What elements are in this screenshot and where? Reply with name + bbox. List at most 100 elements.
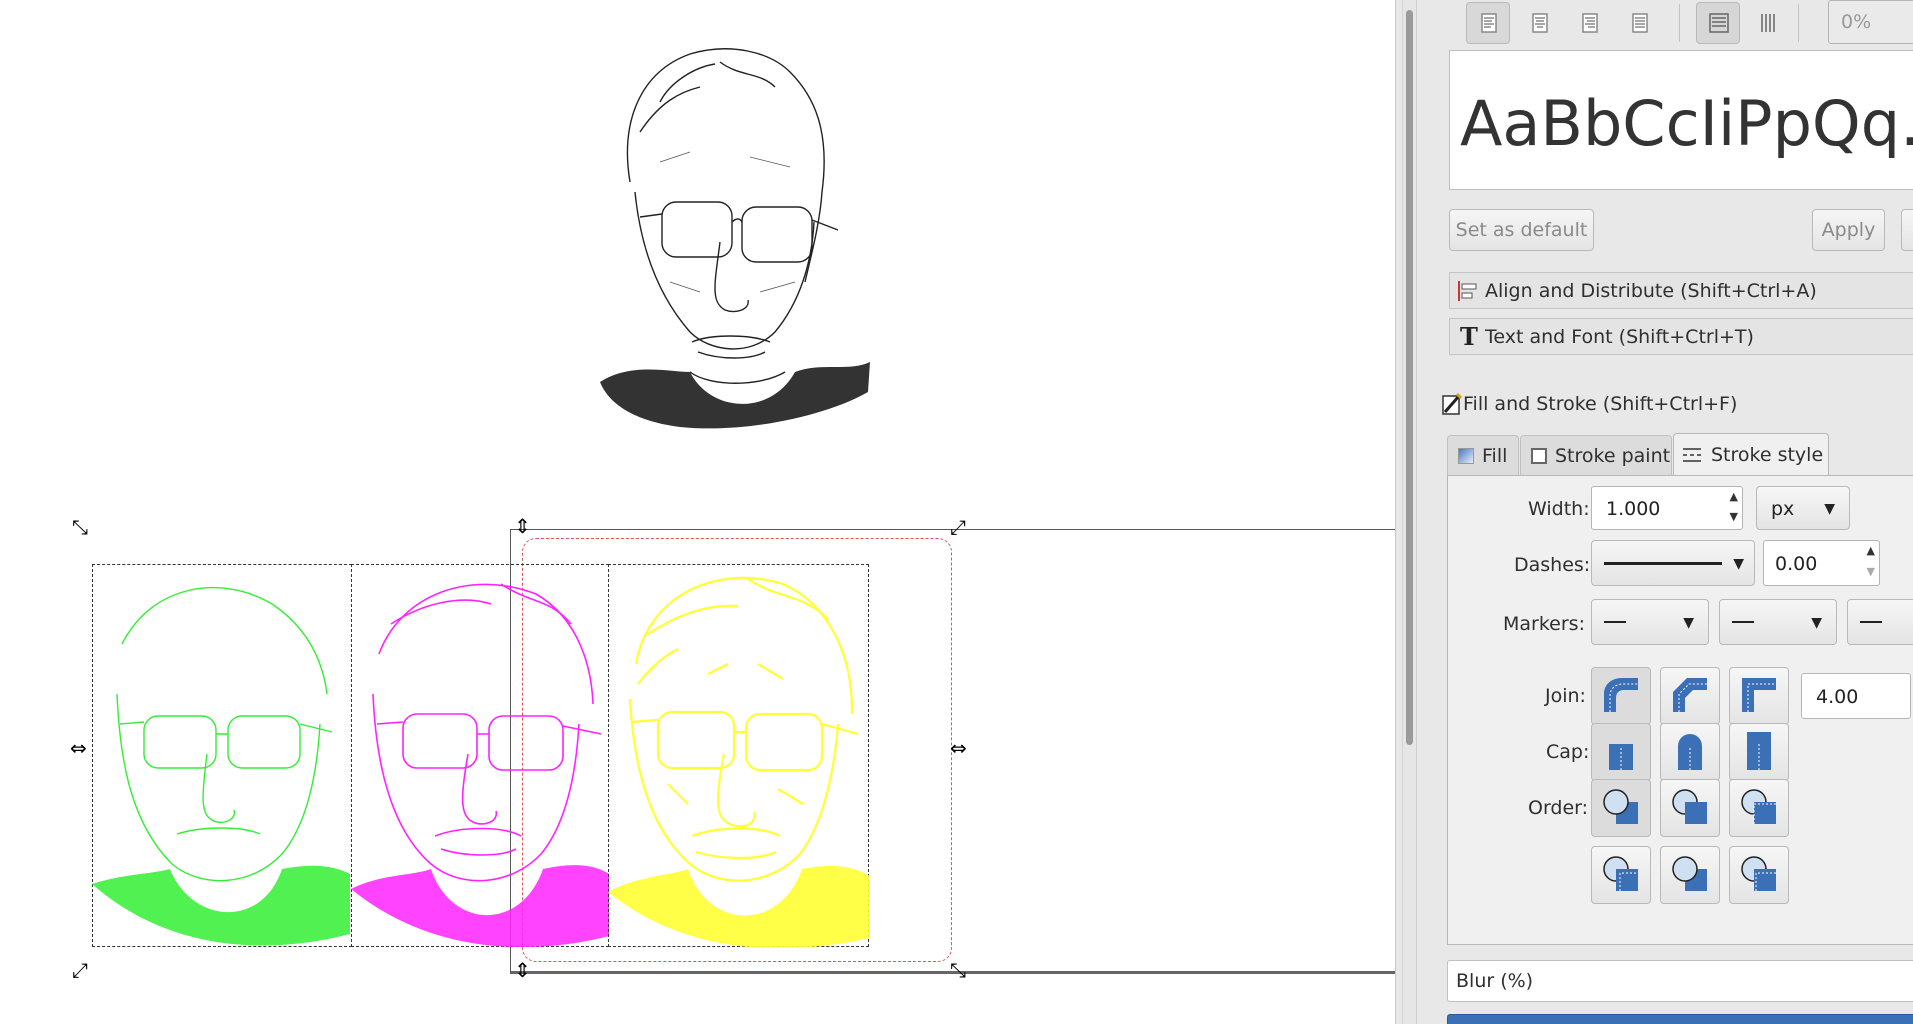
- handle-middle-right-icon[interactable]: ⇔: [950, 738, 967, 758]
- align-center-icon: [1532, 13, 1548, 33]
- fill-icon: [1458, 448, 1474, 464]
- unit-dropdown[interactable]: px ▼: [1756, 486, 1850, 530]
- docked-dialogs-panel: 0% AaBbCcIiPpQq. Set as default Apply Al…: [1417, 0, 1913, 1024]
- width-label: Width:: [1528, 498, 1590, 520]
- order-icon-4: [1603, 856, 1638, 891]
- join-miter-button[interactable]: [1729, 667, 1789, 725]
- join-round-button[interactable]: [1591, 667, 1651, 725]
- text-font-label: Text and Font (Shift+Ctrl+T): [1485, 326, 1754, 348]
- font-preview-text: AaBbCcIiPpQq.: [1460, 87, 1913, 160]
- dash-increment-icon[interactable]: ▲: [1867, 544, 1875, 557]
- portrait-original[interactable]: [600, 42, 880, 432]
- bevel-join-icon: [1673, 678, 1707, 712]
- stroke-style-page: Width: 1.000 ▲ ▼ px ▼ Dashes: ▼ 0.00 ▲ ▼…: [1447, 475, 1913, 945]
- marker-none-icon: [1732, 621, 1754, 623]
- set-as-default-button[interactable]: Set as default: [1449, 209, 1594, 251]
- tab-stroke-style[interactable]: Stroke style: [1673, 433, 1829, 476]
- solid-line-preview: [1604, 562, 1722, 565]
- tab-fill[interactable]: Fill: [1447, 435, 1519, 475]
- handle-middle-left-icon[interactable]: ⇔: [70, 738, 87, 758]
- text-tool-icon: T: [1460, 322, 1478, 351]
- order-fill-stroke-markers-button[interactable]: [1591, 779, 1651, 837]
- fill-stroke-dialog-header[interactable]: Fill and Stroke (Shift+Ctrl+F): [1439, 388, 1913, 422]
- blur-slider[interactable]: Blur (%): [1447, 960, 1913, 1002]
- width-spinbox[interactable]: 1.000 ▲ ▼: [1591, 486, 1743, 530]
- start-marker-dropdown[interactable]: ▼: [1591, 599, 1709, 645]
- order-markers-stroke-fill-button[interactable]: [1729, 846, 1789, 904]
- scrollbar-thumb[interactable]: [1406, 10, 1413, 745]
- align-right-icon: [1582, 13, 1598, 33]
- mid-marker-dropdown[interactable]: ▼: [1719, 599, 1837, 645]
- cap-butt-button[interactable]: [1591, 723, 1651, 781]
- extra-button[interactable]: [1901, 209, 1913, 251]
- align-center-button[interactable]: [1517, 2, 1561, 44]
- panel-divider[interactable]: [1395, 0, 1403, 1024]
- line-spacing-field[interactable]: 0%: [1828, 0, 1913, 44]
- apply-button[interactable]: Apply: [1812, 209, 1885, 251]
- horizontal-text-button[interactable]: [1696, 2, 1740, 44]
- handle-top-middle-icon[interactable]: ⇕: [514, 516, 531, 536]
- tab-fill-label: Fill: [1482, 445, 1508, 467]
- dash-decrement-icon[interactable]: ▼: [1867, 565, 1875, 578]
- miter-limit-value: 4.00: [1816, 686, 1859, 708]
- miter-limit-spinbox[interactable]: 4.00: [1801, 673, 1911, 719]
- order-markers-fill-stroke-button[interactable]: [1591, 846, 1651, 904]
- portrait-yellow[interactable]: [608, 564, 870, 947]
- round-cap-icon: [1678, 734, 1702, 770]
- align-left-button[interactable]: [1466, 2, 1510, 44]
- handle-bottom-left-icon[interactable]: ⤢: [72, 960, 88, 980]
- toolbar-separator: [1679, 4, 1680, 42]
- order-icon-3: [1741, 789, 1776, 824]
- align-distribute-dialog-header[interactable]: Align and Distribute (Shift+Ctrl+A): [1449, 272, 1913, 309]
- butt-cap-icon: [1609, 744, 1633, 770]
- cap-square-button[interactable]: [1729, 723, 1789, 781]
- handle-top-left-icon[interactable]: ⤡: [72, 517, 88, 537]
- dashes-label: Dashes:: [1514, 554, 1591, 576]
- align-justify-button[interactable]: [1617, 2, 1661, 44]
- order-stroke-fill-markers-button[interactable]: [1660, 779, 1720, 837]
- marker-none-icon: [1604, 621, 1626, 623]
- width-decrement-icon[interactable]: ▼: [1730, 510, 1738, 523]
- align-distribute-label: Align and Distribute (Shift+Ctrl+A): [1485, 280, 1817, 302]
- canvas-vertical-scrollbar[interactable]: [1403, 0, 1417, 1024]
- round-join-icon: [1604, 678, 1638, 712]
- horizontal-text-icon: [1709, 13, 1729, 33]
- markers-label: Markers:: [1503, 613, 1585, 635]
- join-bevel-button[interactable]: [1660, 667, 1720, 725]
- width-value: 1.000: [1606, 498, 1661, 520]
- opacity-slider[interactable]: [1447, 1014, 1913, 1024]
- cap-round-button[interactable]: [1660, 723, 1720, 781]
- unit-value: px: [1771, 498, 1795, 520]
- portrait-green[interactable]: [92, 564, 352, 947]
- handle-top-right-icon[interactable]: ⤢: [950, 517, 966, 537]
- chevron-down-icon: ▼: [1683, 615, 1694, 631]
- width-increment-icon[interactable]: ▲: [1730, 490, 1738, 503]
- order-icon-6: [1741, 856, 1776, 891]
- portrait-magenta[interactable]: [351, 564, 611, 947]
- dash-offset-value: 0.00: [1775, 553, 1818, 575]
- handle-bottom-right-icon[interactable]: ⤡: [950, 960, 966, 980]
- align-justify-icon: [1632, 13, 1648, 33]
- dash-offset-spinbox[interactable]: 0.00 ▲ ▼: [1763, 540, 1880, 586]
- order-stroke-markers-fill-button[interactable]: [1660, 846, 1720, 904]
- text-font-dialog-header[interactable]: T Text and Font (Shift+Ctrl+T): [1449, 318, 1913, 355]
- fill-stroke-icon: [1442, 392, 1463, 415]
- order-icon-2: [1672, 789, 1707, 824]
- tab-stroke-paint-label: Stroke paint: [1555, 445, 1671, 467]
- toolbar-separator-2: [1798, 4, 1799, 42]
- order-fill-markers-stroke-button[interactable]: [1729, 779, 1789, 837]
- chevron-down-icon: ▼: [1733, 556, 1744, 572]
- dash-pattern-dropdown[interactable]: ▼: [1591, 540, 1755, 586]
- order-icon-1: [1603, 789, 1638, 824]
- tab-stroke-paint[interactable]: Stroke paint: [1520, 435, 1672, 475]
- join-label: Join:: [1545, 685, 1586, 707]
- end-marker-dropdown[interactable]: [1847, 599, 1913, 645]
- drawing-canvas[interactable]: ⤡ ⤢ ⇔ ⇕ ⇕ ⤢ ⇔ ⤡: [0, 0, 1395, 1024]
- vertical-text-button[interactable]: [1746, 2, 1790, 44]
- blur-label: Blur (%): [1456, 970, 1534, 992]
- align-right-button[interactable]: [1567, 2, 1611, 44]
- font-preview-box: AaBbCcIiPpQq.: [1449, 50, 1913, 190]
- chevron-down-icon: ▼: [1824, 501, 1835, 517]
- handle-bottom-middle-icon[interactable]: ⇕: [514, 960, 531, 980]
- tab-stroke-style-label: Stroke style: [1711, 444, 1824, 466]
